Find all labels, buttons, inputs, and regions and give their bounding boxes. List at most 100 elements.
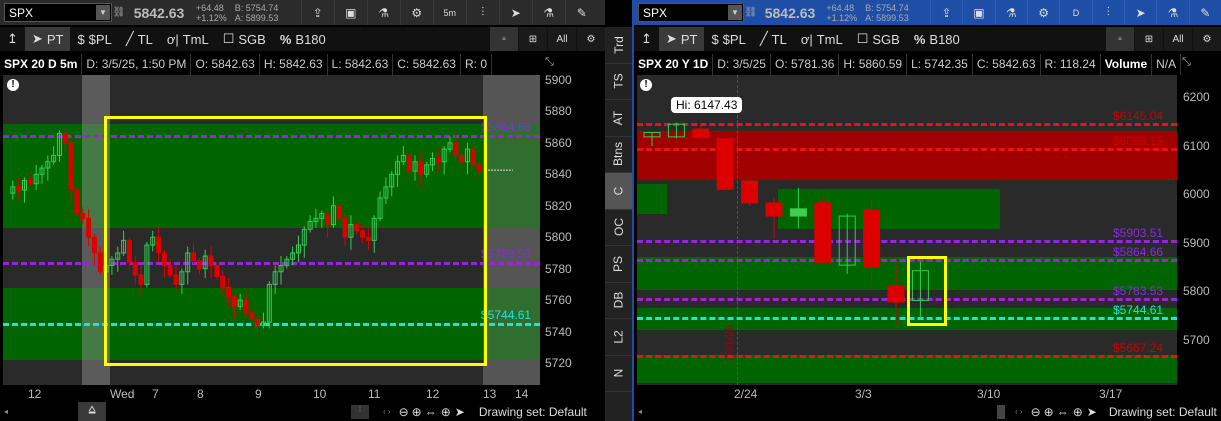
link-icon[interactable]: ⛓ <box>744 7 758 18</box>
candle <box>21 177 27 203</box>
alert-icon[interactable]: ! <box>640 79 652 91</box>
scroll-left-icon[interactable]: ◂ <box>4 407 8 416</box>
tool-spl[interactable]: $ $PL <box>70 27 118 51</box>
pan-icon[interactable]: ⇔ <box>1057 405 1069 419</box>
pin-icon[interactable]: ↥ <box>0 27 25 51</box>
share-icon[interactable]: ⇪ <box>929 0 962 25</box>
chevron-down-icon[interactable]: ▼ <box>96 5 110 20</box>
settings-gear-icon[interactable]: ⚙ <box>1026 0 1059 25</box>
candle-body <box>765 202 783 217</box>
tool-tml[interactable]: ơ| TmL <box>794 27 850 51</box>
bid: B: 5754.74 <box>234 2 279 13</box>
scroll-arrows-icon[interactable]: ‹ › <box>383 407 391 416</box>
side-tab-n[interactable]: N <box>605 356 632 392</box>
side-tab-oc[interactable]: OC <box>605 210 632 246</box>
side-tab-at[interactable]: AT <box>605 100 632 137</box>
aggregation-button[interactable]: 5m <box>432 0 466 25</box>
calendar-icon[interactable]: ▣ <box>333 0 367 25</box>
expand-icon[interactable]: ⩠ <box>78 402 107 421</box>
single-layout-icon[interactable]: ▫ <box>1106 27 1134 51</box>
pan-icon[interactable]: ⇔ <box>425 405 437 419</box>
open-value: O: 5842.63 <box>191 54 260 75</box>
share-icon[interactable]: ⇪ <box>300 0 334 25</box>
chart-style-icon[interactable]: ⫶ <box>465 0 499 25</box>
tool-b180[interactable]: % B180 <box>907 27 967 51</box>
zoom-in-icon[interactable]: ⊕ <box>412 405 422 419</box>
side-tab-c[interactable]: C <box>605 173 632 210</box>
side-tab-db[interactable]: DB <box>605 283 632 319</box>
drawing-set-selector[interactable]: Drawing set: Default <box>479 405 587 419</box>
price-tick: 5700 <box>1183 333 1210 347</box>
side-tab-ps[interactable]: PS <box>605 246 632 283</box>
daily-price-chart[interactable]: 2/21/25 $6145.04 $6093.15 $5903.51 $5864.66 $… <box>637 75 1177 385</box>
candle-body <box>741 180 759 204</box>
side-tab-label: TS <box>611 73 626 89</box>
scroll-left-icon[interactable]: ◂ <box>638 407 642 416</box>
side-tab-btns[interactable]: Btns <box>605 137 632 173</box>
tool-spl[interactable]: $ $PL <box>704 27 752 51</box>
pin-icon[interactable]: ↥ <box>634 27 659 51</box>
chevron-down-icon[interactable]: ▼ <box>728 5 742 20</box>
zoom-out-icon[interactable]: ⊖ <box>1031 405 1041 419</box>
crosshair-icon[interactable]: ⊕ <box>441 405 451 419</box>
settings-gear-icon[interactable]: ⚙ <box>1193 27 1221 51</box>
symbol-input[interactable]: SPX ▼ <box>4 3 112 22</box>
settings-gear-icon[interactable]: ⚙ <box>577 27 605 51</box>
side-tab-trd[interactable]: Trd <box>605 27 632 64</box>
scrollbar-thumb[interactable]: ⁞ <box>351 404 370 419</box>
cursor-icon[interactable]: ➤ <box>1123 0 1156 25</box>
side-tab-l2[interactable]: L2 <box>605 319 632 356</box>
all-icon[interactable]: All <box>548 27 576 51</box>
scrollbar-thumb[interactable] <box>997 404 1006 419</box>
grid-layout-icon[interactable]: ⊞ <box>1135 27 1163 51</box>
chart-style-icon[interactable]: ⫶ <box>1091 0 1124 25</box>
symbol-input[interactable]: SPX ▼ <box>638 3 744 22</box>
highlight-box[interactable] <box>104 116 487 366</box>
cursor-icon[interactable]: ➤ <box>455 405 465 419</box>
tool-tl[interactable]: ╱ TL <box>753 27 794 51</box>
crosshair-icon[interactable]: ⊕ <box>1073 405 1083 419</box>
flask-icon[interactable]: ⚗ <box>1156 0 1188 25</box>
drawing-icon[interactable]: ✎ <box>564 0 598 25</box>
flask-icon[interactable]: ⚗ <box>531 0 565 25</box>
rectangle-icon: ☐ <box>856 31 869 46</box>
studies-flask-icon[interactable]: ⚗ <box>366 0 400 25</box>
price-tick: 5900 <box>545 73 572 87</box>
price-tick: 5780 <box>545 261 572 276</box>
single-layout-icon[interactable]: ▫ <box>490 27 518 51</box>
net-change: +64.48 +1.12% <box>822 3 861 23</box>
tool-tl[interactable]: ╱ TL <box>119 27 160 51</box>
tool-sgb[interactable]: ☐ SGB <box>216 27 273 51</box>
zoom-out-icon[interactable]: ⊖ <box>399 405 409 419</box>
highlight-box[interactable] <box>907 256 947 326</box>
settings-gear-icon[interactable]: ⚙ <box>399 0 433 25</box>
tool-sgb[interactable]: ☐ SGB <box>850 27 907 51</box>
price-tick: 6100 <box>1183 138 1210 153</box>
all-icon[interactable]: All <box>1164 27 1192 51</box>
zoom-in-icon[interactable]: ⊕ <box>1044 405 1054 419</box>
tool-tml[interactable]: ơ| TmL <box>160 27 216 51</box>
scale-toggle-icon[interactable]: ⤡ <box>545 56 554 69</box>
studies-flask-icon[interactable]: ⚗ <box>994 0 1027 25</box>
candle <box>765 198 783 239</box>
aggregation-button[interactable]: D <box>1059 0 1091 25</box>
side-tab-ts[interactable]: TS <box>605 64 632 100</box>
range-value: R: 0 <box>461 54 492 75</box>
grid-layout-icon[interactable]: ⊞ <box>519 27 547 51</box>
scroll-arrows-icon[interactable]: ‹ › <box>1015 407 1023 416</box>
scale-toggle-icon[interactable]: ⤡ <box>1182 56 1191 69</box>
link-icon[interactable]: ⛓ <box>112 7 126 18</box>
alert-icon[interactable]: ! <box>7 79 19 91</box>
tool-b180[interactable]: % B180 <box>273 27 333 51</box>
candle <box>863 200 881 287</box>
bid-ask: B: 5754.74 A: 5899.53 <box>231 3 301 23</box>
intraday-price-chart[interactable]: $5864.66 $5783.53 $5744.61! <box>3 75 540 385</box>
drawing-icon[interactable]: ✎ <box>1188 0 1221 25</box>
drawing-set-selector[interactable]: Drawing set: Default <box>1109 405 1217 419</box>
cursor-icon[interactable]: ➤ <box>1087 405 1097 419</box>
tool-pt[interactable]: ➤ PT <box>658 27 705 51</box>
tool-pt[interactable]: ➤ PT <box>24 27 71 51</box>
ohlc-info-row: SPX 20 Y 1D D: 3/5/25 O: 5781.36 H: 5860… <box>634 54 1182 75</box>
calendar-icon[interactable]: ▣ <box>962 0 994 25</box>
cursor-icon[interactable]: ➤ <box>498 0 532 25</box>
